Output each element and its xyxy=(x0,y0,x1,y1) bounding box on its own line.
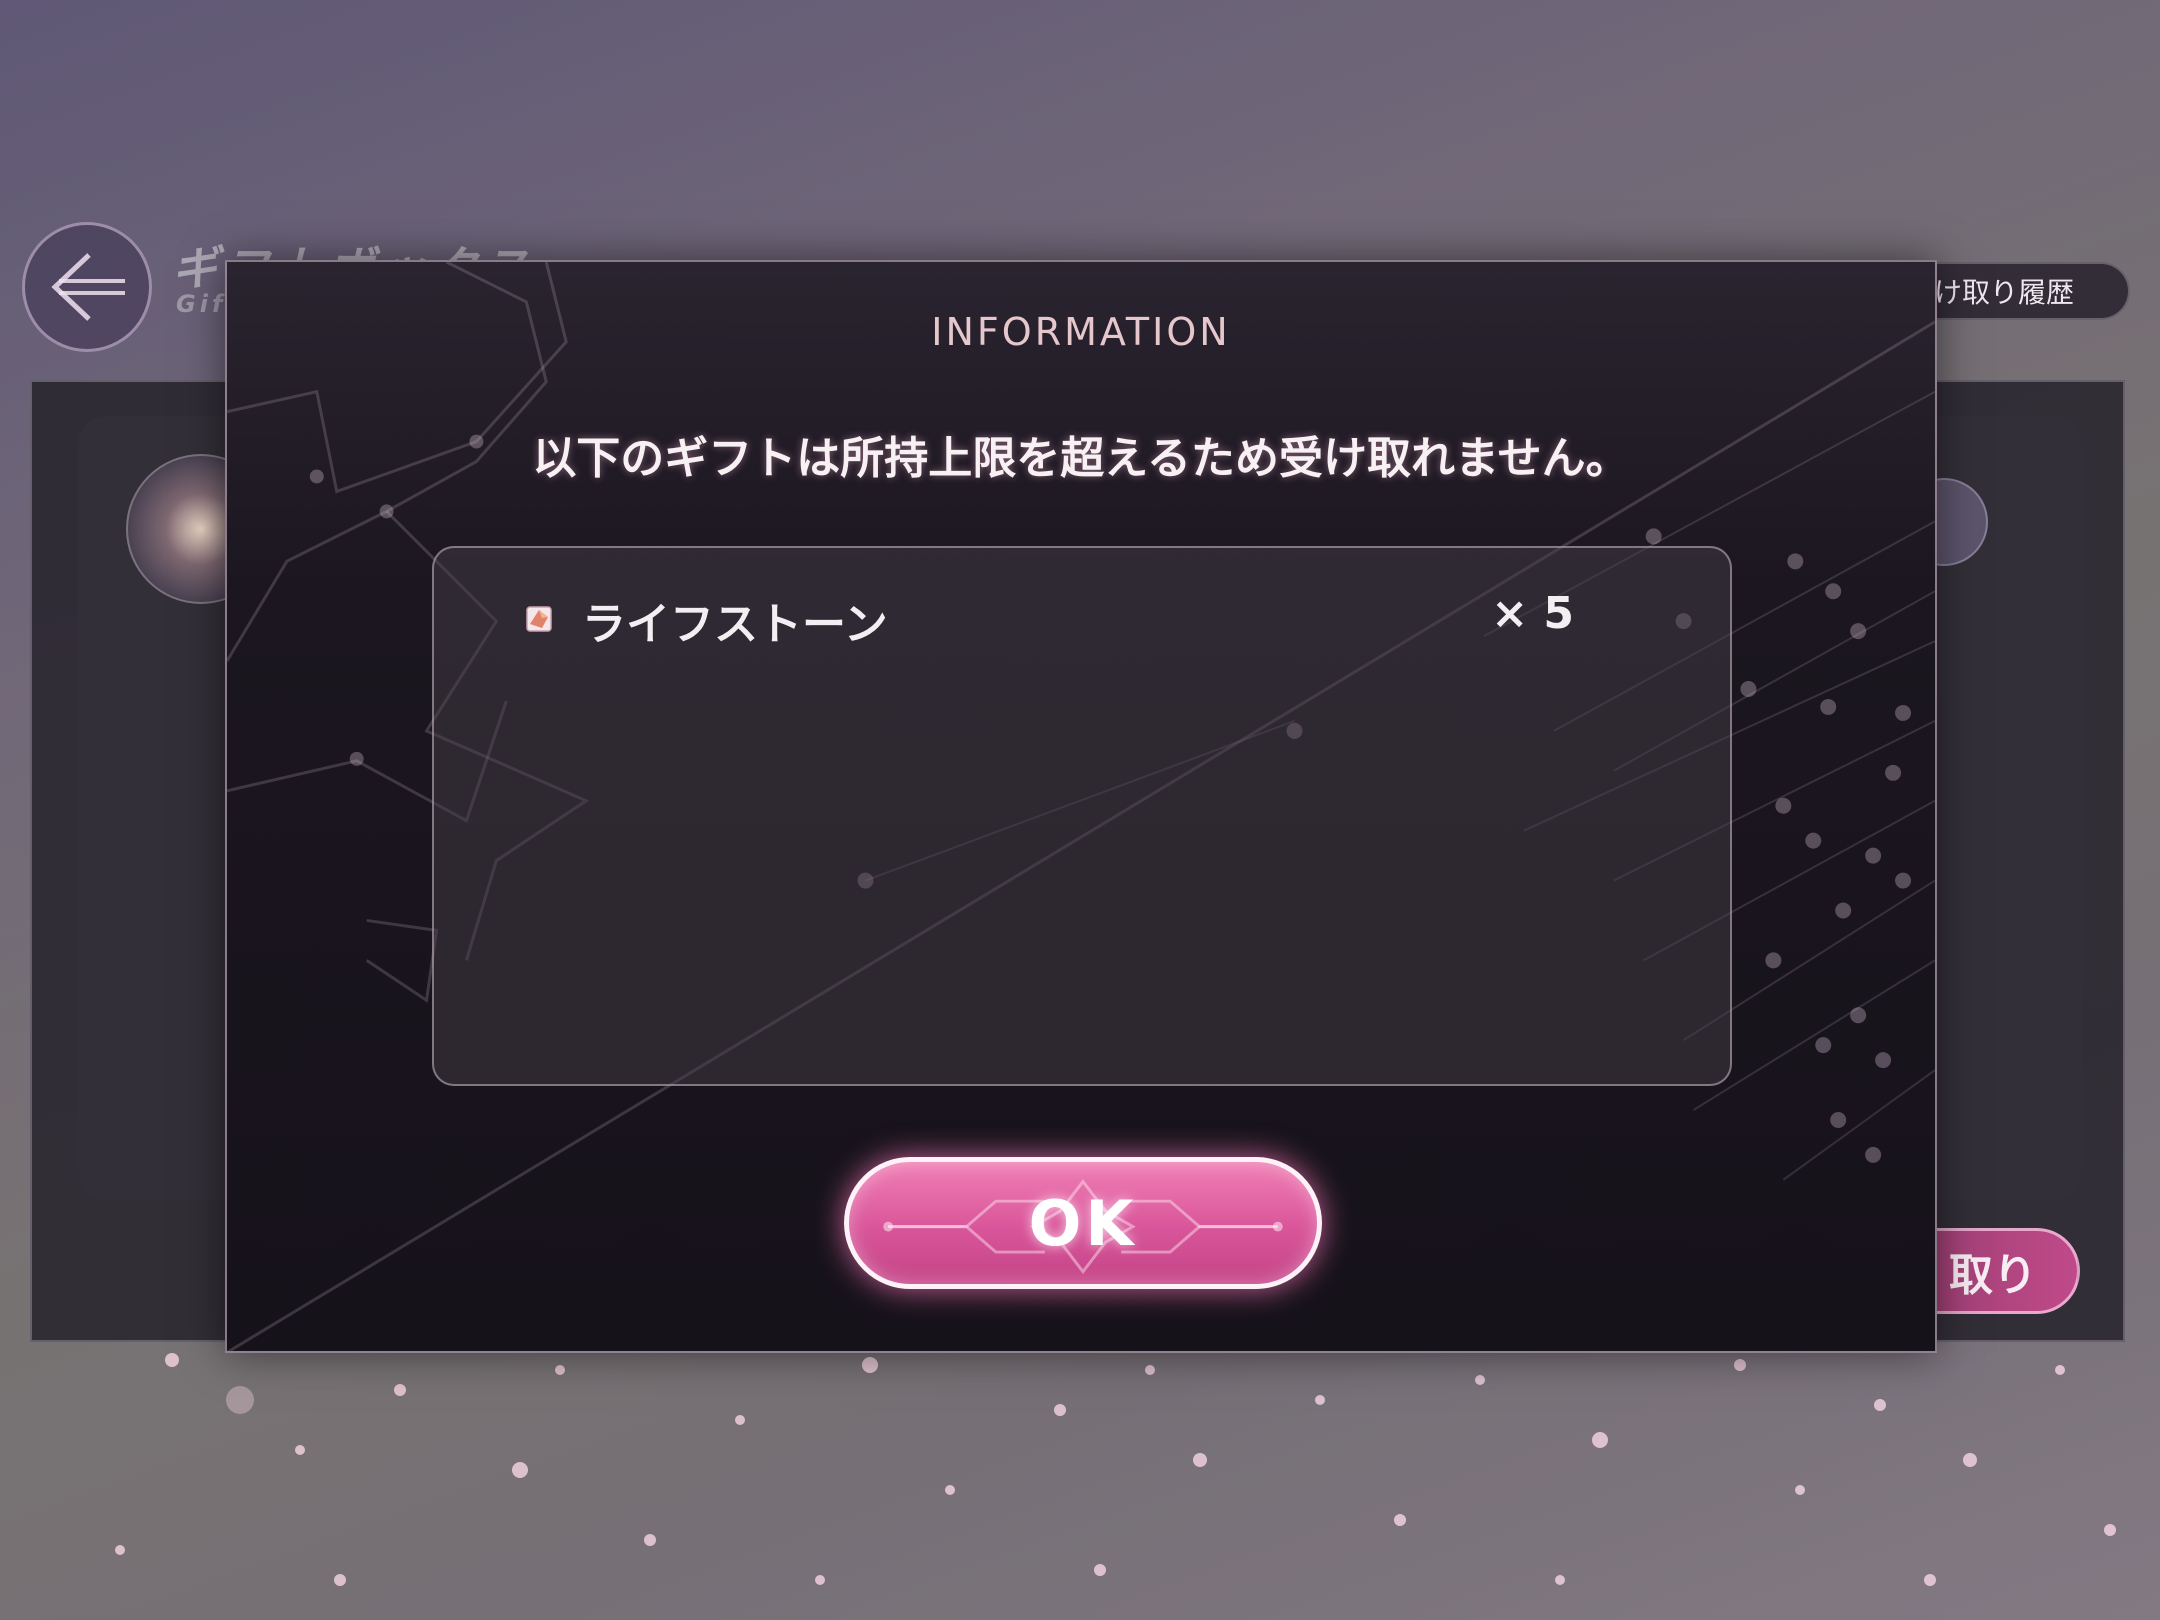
list-item: ライフストーン × 5 xyxy=(524,588,1574,650)
sparkle-particles xyxy=(115,1353,2116,1586)
back-arrow-icon xyxy=(51,253,125,321)
information-dialog: INFORMATION 以下のギフトは所持上限を超えるため受け取れません。 ライ… xyxy=(225,260,1937,1353)
ok-button-label: OK xyxy=(1028,1186,1138,1260)
dialog-title: INFORMATION xyxy=(931,310,1231,354)
ok-button[interactable]: OK xyxy=(844,1157,1322,1289)
dialog-message: 以下のギフトは所持上限を超えるため受け取れません。 xyxy=(532,433,1630,484)
back-button[interactable] xyxy=(22,222,152,352)
item-quantity: × 5 xyxy=(1491,588,1574,639)
life-stone-icon xyxy=(526,606,552,632)
item-name: ライフストーン xyxy=(582,599,888,650)
blocked-gift-list: ライフストーン × 5 xyxy=(432,546,1732,1086)
